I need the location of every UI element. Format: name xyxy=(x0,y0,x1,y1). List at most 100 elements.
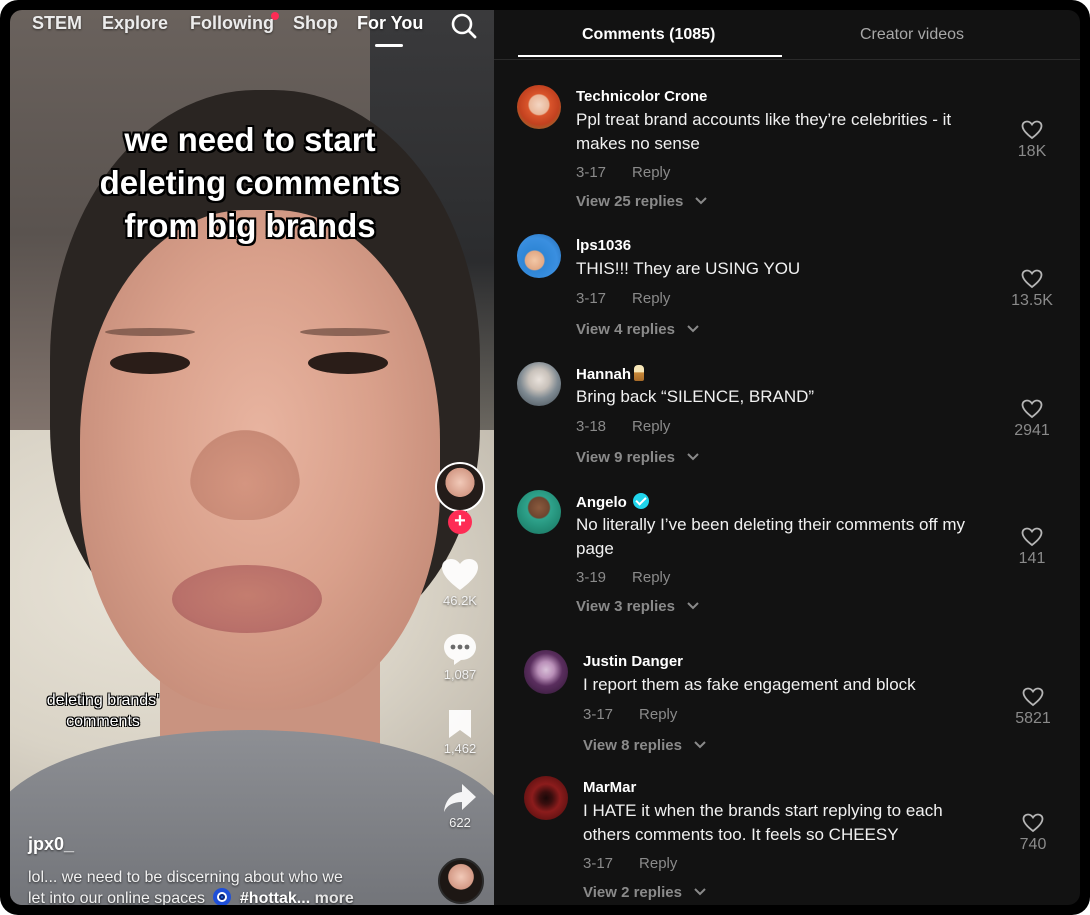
creator-avatar[interactable] xyxy=(435,462,485,512)
comment-like-count: 18K xyxy=(1017,143,1047,160)
view-replies-button[interactable]: View 25 replies xyxy=(576,193,708,210)
video-subject-eye xyxy=(110,352,190,374)
comment-text: I HATE it when the brands start replying… xyxy=(583,801,943,844)
save-button[interactable]: 1,462 xyxy=(435,708,485,756)
active-tab-indicator xyxy=(518,55,782,57)
nav-tab-explore[interactable]: Explore xyxy=(102,13,168,34)
view-replies-button[interactable]: View 2 replies xyxy=(583,884,706,901)
tab-creator-videos[interactable]: Creator videos xyxy=(860,26,964,44)
chevron-down-icon xyxy=(694,741,706,749)
view-replies-button[interactable]: View 8 replies xyxy=(583,737,706,754)
comment-text: Ppl treat brand accounts like they’re ce… xyxy=(576,110,952,153)
commenter-name[interactable]: lps1036 xyxy=(576,237,631,254)
heart-outline-icon xyxy=(1021,269,1043,289)
notification-dot xyxy=(271,12,279,20)
view-replies-button[interactable]: View 3 replies xyxy=(576,598,699,615)
reply-button[interactable]: Reply xyxy=(632,569,670,586)
comment-date: 3-17 xyxy=(583,855,614,872)
view-replies-button[interactable]: View 9 replies xyxy=(576,449,699,466)
view-replies-label: View 25 replies xyxy=(576,193,684,210)
active-tab-indicator xyxy=(375,44,403,47)
hashtag-link[interactable]: #hottak... xyxy=(240,890,310,905)
view-replies-label: View 3 replies xyxy=(576,598,675,615)
comment-like-button[interactable]: 2941 xyxy=(1002,399,1062,440)
nav-tab-following[interactable]: Following xyxy=(190,13,274,34)
video-subject-nose xyxy=(190,430,300,520)
commenter-avatar[interactable] xyxy=(517,85,561,129)
chevron-down-icon xyxy=(695,197,708,205)
comment-date: 3-19 xyxy=(576,569,607,586)
tab-comments[interactable]: Comments (1085) xyxy=(582,26,715,44)
share-button[interactable]: 622 xyxy=(435,782,485,830)
like-button[interactable]: 46.2K xyxy=(435,558,485,608)
commenter-avatar[interactable] xyxy=(517,362,561,406)
comment-like-button[interactable]: 18K xyxy=(1002,120,1062,161)
view-replies-label: View 2 replies xyxy=(583,884,682,901)
nav-tab-stem[interactable]: STEM xyxy=(32,13,82,34)
follow-button[interactable]: + xyxy=(448,510,472,534)
comment-meta: 3-18 Reply xyxy=(576,418,670,435)
ice-cream-emoji-icon xyxy=(634,365,645,381)
commenter-name[interactable]: MarMar xyxy=(583,779,636,796)
description-line: lol... we need to be discerning about wh… xyxy=(28,869,343,886)
heart-outline-icon xyxy=(1021,120,1043,140)
commenter-avatar[interactable] xyxy=(517,490,561,534)
comment-like-count: 2941 xyxy=(1014,422,1050,439)
view-replies-label: View 4 replies xyxy=(576,321,675,338)
share-arrow-icon xyxy=(444,784,476,812)
comment-like-button[interactable]: 5821 xyxy=(1003,687,1063,728)
comment-text: No literally I’ve been deleting their co… xyxy=(576,515,965,558)
commenter-name[interactable]: Justin Danger xyxy=(583,653,683,670)
comment-date: 3-17 xyxy=(583,706,614,723)
commenter-name[interactable]: Angelo xyxy=(576,493,649,511)
music-disc-avatar[interactable] xyxy=(438,858,484,904)
more-button[interactable]: more xyxy=(315,890,354,905)
comment-like-count: 141 xyxy=(1018,550,1046,567)
comment-like-count: 5821 xyxy=(1015,710,1051,727)
comment-button[interactable]: 1,087 xyxy=(435,632,485,682)
reply-button[interactable]: Reply xyxy=(632,290,670,307)
heart-icon xyxy=(442,559,478,590)
commenter-name[interactable]: Hannah xyxy=(576,365,645,383)
video-author[interactable]: jpx0_ xyxy=(28,834,74,855)
reply-button[interactable]: Reply xyxy=(632,164,670,181)
description-text: let into our online spaces xyxy=(28,890,205,905)
comment-meta: 3-19 Reply xyxy=(576,569,670,586)
search-icon[interactable] xyxy=(450,12,478,40)
reply-button[interactable]: Reply xyxy=(639,855,677,872)
reply-button[interactable]: Reply xyxy=(632,418,670,435)
commenter-name-text: Angelo xyxy=(576,494,627,511)
comment-date: 3-17 xyxy=(576,164,607,181)
commenter-avatar[interactable] xyxy=(517,234,561,278)
video-subject-brow xyxy=(300,328,390,336)
commenter-avatar[interactable] xyxy=(524,650,568,694)
nav-tab-for-you[interactable]: For You xyxy=(357,13,423,34)
comment-count: 1,087 xyxy=(443,667,477,682)
nav-tab-shop[interactable]: Shop xyxy=(293,13,338,34)
comment-like-button[interactable]: 13.5K xyxy=(1002,269,1062,310)
share-count: 622 xyxy=(449,815,471,830)
comments-panel: Comments (1085) Creator videos Technicol… xyxy=(494,10,1080,905)
view-replies-label: View 8 replies xyxy=(583,737,682,754)
video-description: lol... we need to be discerning about wh… xyxy=(28,868,428,905)
save-count: 1,462 xyxy=(443,741,477,756)
comment-meta: 3-17 Reply xyxy=(576,290,670,307)
reply-button[interactable]: Reply xyxy=(639,706,677,723)
video-player[interactable]: STEM Explore Following Shop For You we n… xyxy=(10,10,494,905)
comment-bubble-icon xyxy=(444,634,476,665)
heart-outline-icon xyxy=(1022,813,1044,833)
comment-meta: 3-17 Reply xyxy=(576,164,670,181)
comment-like-button[interactable]: 141 xyxy=(1002,527,1062,568)
commenter-name-text: Hannah xyxy=(576,366,632,383)
video-subject-lips xyxy=(172,565,322,633)
comment-like-button[interactable]: 740 xyxy=(1003,813,1063,854)
comment-like-count: 13.5K xyxy=(1011,292,1053,309)
commenter-avatar[interactable] xyxy=(524,776,568,820)
panel-tabs: Comments (1085) Creator videos xyxy=(494,10,1080,60)
commenter-name[interactable]: Technicolor Crone xyxy=(576,88,707,105)
view-replies-label: View 9 replies xyxy=(576,449,675,466)
video-subject-eye xyxy=(308,352,388,374)
view-replies-button[interactable]: View 4 replies xyxy=(576,321,699,338)
top-navigation: STEM Explore Following Shop For You xyxy=(10,10,494,60)
bookmark-icon xyxy=(449,710,471,738)
